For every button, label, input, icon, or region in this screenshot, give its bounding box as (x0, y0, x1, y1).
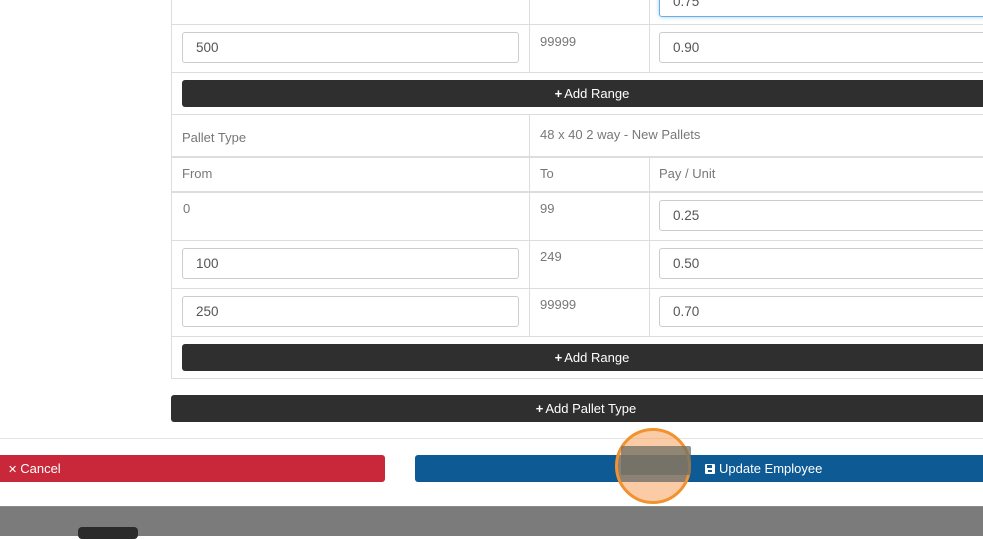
range-to-value: 99999 (540, 34, 577, 49)
add-pallet-type-label: Add Pallet Type (545, 401, 637, 416)
add-range-button[interactable]: + Add Range (182, 80, 983, 107)
pay-unit-input[interactable]: 0.70 (659, 296, 983, 327)
range-from-input[interactable]: 250 (182, 296, 519, 327)
pay-unit-select-value: 0.75 (673, 0, 700, 9)
cancel-label: Cancel (20, 461, 61, 476)
add-range-button[interactable]: + Add Range (182, 344, 983, 371)
column-divider (649, 24, 650, 72)
pallet-type-label: Pallet Type (182, 130, 247, 145)
range-from-input[interactable]: 100 (182, 248, 519, 279)
pay-unit-input[interactable]: 0.25 (659, 200, 983, 231)
range-from-value: 100 (196, 256, 219, 271)
header-from: From (182, 166, 213, 181)
pay-unit-select[interactable]: 0.75 ▾ (659, 0, 983, 17)
range-from-input[interactable]: 500 (182, 32, 519, 63)
column-divider (529, 114, 530, 156)
column-divider (529, 288, 530, 336)
row-divider (172, 240, 983, 241)
row-divider (172, 24, 983, 25)
row-divider (172, 156, 983, 158)
click-indicator-core (621, 446, 691, 475)
close-icon: ✕ (8, 464, 18, 476)
row-divider (172, 114, 983, 115)
column-divider (649, 0, 650, 24)
header-pay-unit: Pay / Unit (659, 166, 716, 181)
pay-unit-value: 0.50 (673, 256, 700, 271)
range-from-value: 0 (183, 201, 191, 216)
column-divider (529, 0, 530, 24)
row-divider (172, 336, 983, 337)
plus-icon: + (554, 86, 563, 101)
column-divider (529, 24, 530, 72)
range-to-value: 249 (540, 249, 562, 264)
header-to: To (540, 166, 554, 181)
taskbar-item (78, 527, 138, 539)
range-to-value: 99999 (540, 297, 577, 312)
pay-unit-input[interactable]: 0.90 (659, 32, 983, 63)
pay-unit-value: 0.70 (673, 304, 700, 319)
header-divider (172, 191, 983, 193)
row-divider (172, 72, 983, 73)
floppy-disk-icon (705, 464, 715, 474)
cancel-button[interactable]: ✕ Cancel (0, 455, 385, 482)
pay-unit-value: 0.25 (673, 208, 700, 223)
pay-ranges-panel: 0.75 ▾ 500 99999 0.90 +Add Range Pallet … (171, 0, 983, 379)
add-range-label: Add Range (564, 350, 630, 365)
update-employee-label: Update Employee (719, 461, 823, 476)
range-from-value: 500 (196, 40, 219, 55)
update-employee-button[interactable]: Update Employee (415, 455, 983, 482)
pallet-type-value: 48 x 40 2 way - New Pallets (540, 127, 701, 142)
row-divider (172, 288, 983, 289)
column-divider (529, 158, 530, 290)
range-to-value: 99 (540, 201, 555, 216)
column-divider (649, 288, 650, 336)
click-indicator (615, 428, 691, 504)
add-range-label: Add Range (564, 86, 630, 101)
plus-icon: + (535, 401, 544, 416)
plus-icon: + (554, 350, 563, 365)
pay-unit-input[interactable]: 0.50 (659, 248, 983, 279)
column-divider (649, 158, 650, 290)
taskbar (0, 506, 983, 539)
update-employee-content: Update Employee (705, 455, 822, 482)
add-pallet-type-button[interactable]: + Add Pallet Type (171, 395, 983, 422)
range-from-value: 250 (196, 304, 219, 319)
footer-divider (0, 438, 983, 439)
pay-unit-value: 0.90 (673, 40, 700, 55)
